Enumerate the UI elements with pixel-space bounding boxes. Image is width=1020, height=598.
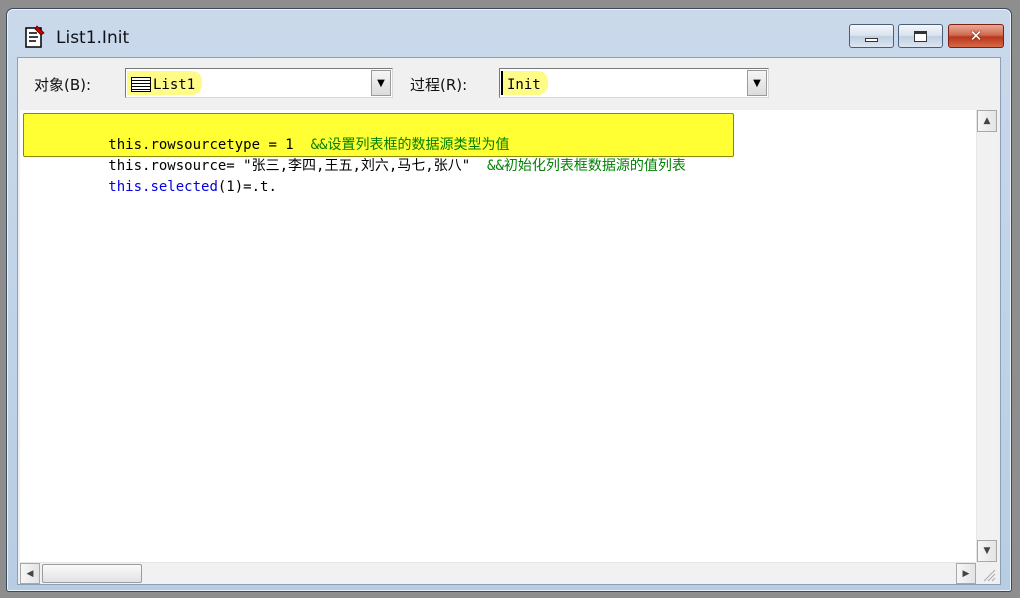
maximize-button[interactable] [898,24,943,48]
chevron-left-icon: ◀ [26,568,34,579]
code-editor[interactable]: this.rowsourcetype = 1 &&设置列表框的数据源类型为值 t… [20,110,998,584]
chevron-down-icon: ▼ [983,546,991,556]
chevron-up-icon: ▲ [983,116,991,126]
horizontal-scroll-thumb[interactable] [42,564,142,583]
scroll-up-button[interactable]: ▲ [977,110,997,132]
selector-bar: 对象(B): List1 ▼ 过程(R): Init ▼ [18,58,1000,108]
horizontal-scrollbar[interactable]: ◀ ▶ [20,562,976,584]
code-line: this.rowsource= "张三,李四,王五,刘六,马七,张八" &&初始… [24,135,686,174]
object-label: 对象(B): [34,76,92,94]
scroll-left-button[interactable]: ◀ [20,563,40,584]
procedure-selected-value: Init [501,71,548,95]
chevron-right-icon: ▶ [962,568,970,579]
code-text[interactable]: this.rowsourcetype = 1 &&设置列表框的数据源类型为值 t… [24,114,686,195]
minimize-icon [865,37,878,42]
chevron-down-icon[interactable]: ▼ [371,70,391,96]
client-area: 对象(B): List1 ▼ 过程(R): Init ▼ this.rowsou… [17,57,1001,585]
object-value-text: List1 [153,76,196,93]
code-statement: (1)=.t. [217,179,277,195]
code-line: this.selected(1)=.t. [24,156,686,195]
code-line: this.rowsourcetype = 1 &&设置列表框的数据源类型为值 [24,114,686,153]
minimize-button[interactable] [849,24,894,48]
code-window: List1.Init ✕ 对象(B): List1 ▼ 过程(R): Init … [6,8,1012,592]
scroll-down-button[interactable]: ▼ [977,540,997,562]
procedure-label: 过程(R): [410,76,468,94]
vertical-scrollbar[interactable]: ▲ ▼ [976,110,998,562]
code-window-icon [25,25,45,48]
code-keyword: this.selected [108,179,218,195]
object-combobox[interactable]: List1 ▼ [125,68,393,98]
procedure-combobox[interactable]: Init ▼ [499,68,769,98]
title-bar[interactable]: List1.Init ✕ [7,9,1011,57]
object-selected-value: List1 [127,71,203,95]
resize-grip-icon[interactable] [976,562,998,584]
chevron-down-icon[interactable]: ▼ [747,70,767,96]
maximize-icon [914,30,927,42]
close-icon: ✕ [969,27,983,45]
window-title: List1.Init [56,28,130,48]
scroll-right-button[interactable]: ▶ [956,563,976,584]
list-object-icon [131,77,151,92]
close-button[interactable]: ✕ [948,24,1004,48]
